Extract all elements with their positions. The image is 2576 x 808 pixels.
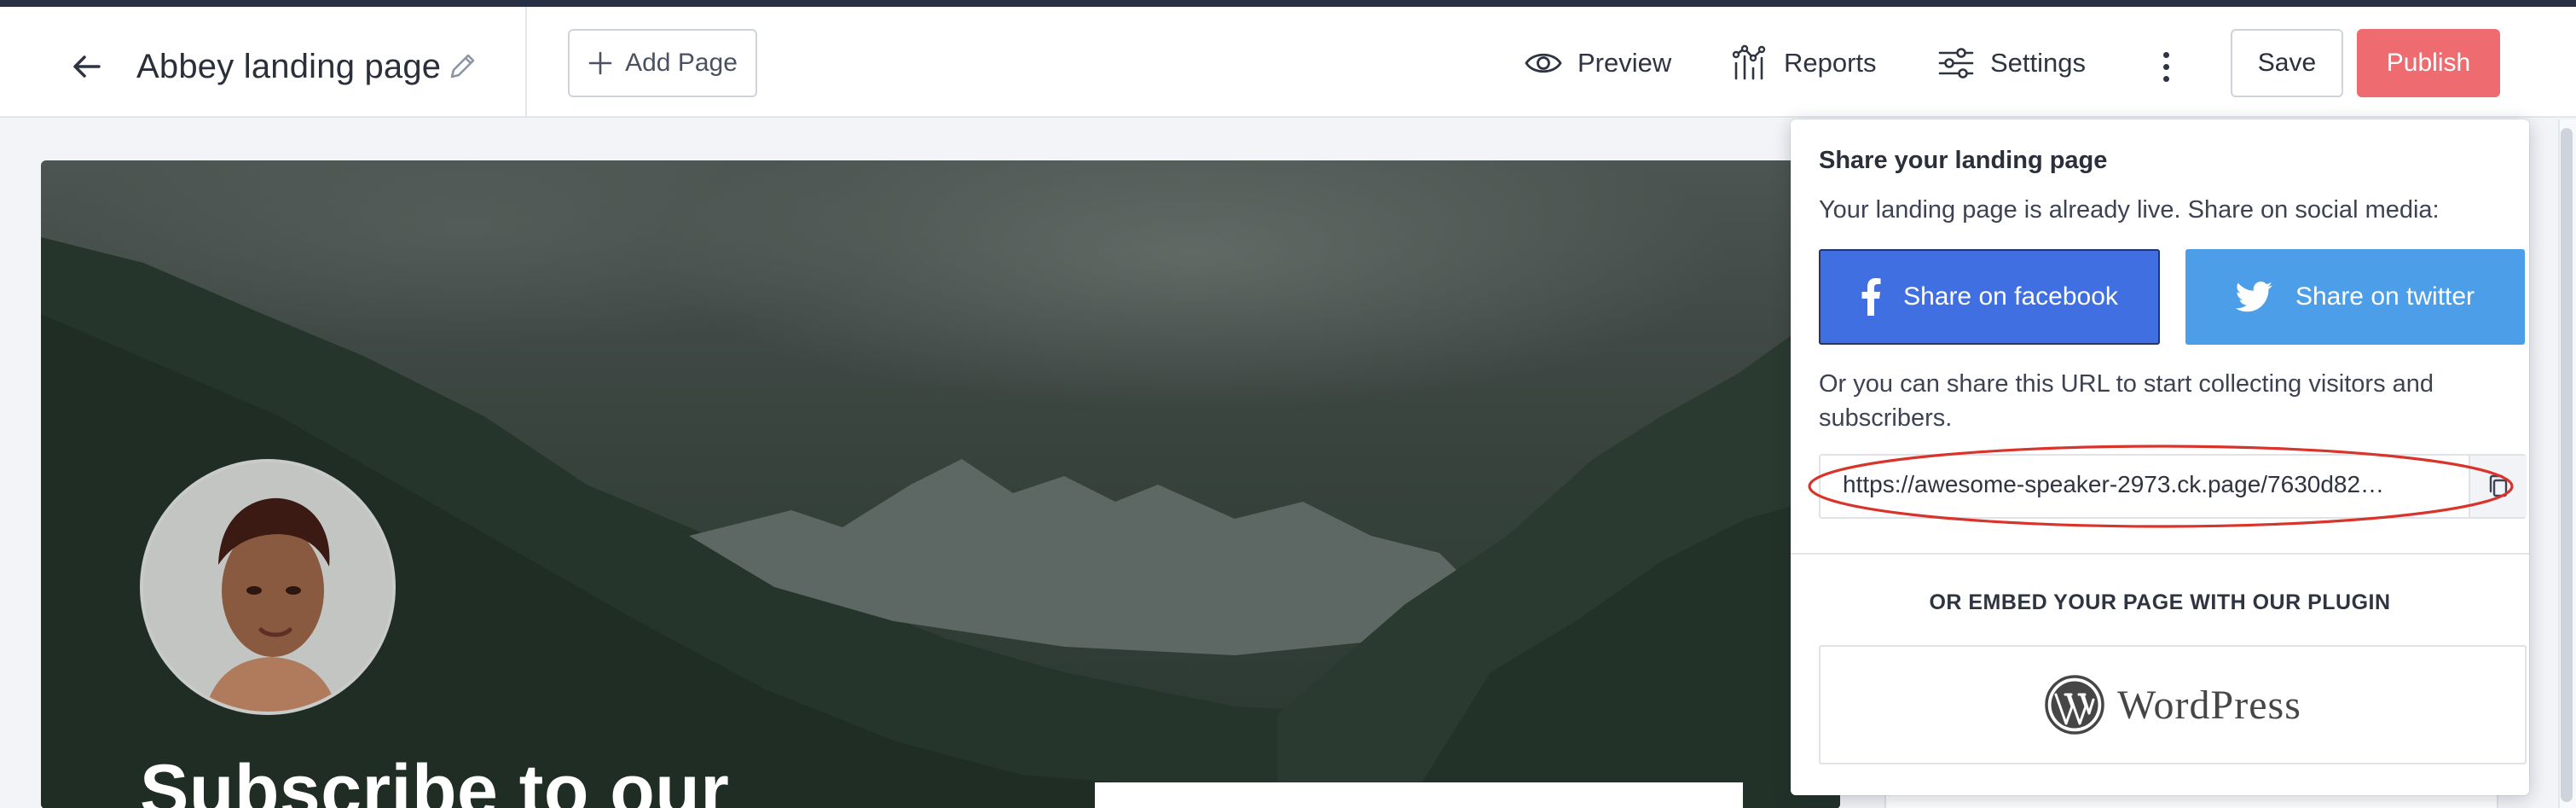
kebab-dot	[2162, 75, 2169, 82]
save-button[interactable]: Save	[2231, 29, 2343, 97]
preview-label: Preview	[1577, 48, 1672, 78]
share-popover: Share your landing page Your landing pag…	[1791, 119, 2529, 795]
copy-icon	[2489, 474, 2508, 497]
reports-button[interactable]: Reports	[1731, 38, 1877, 89]
signup-form-card[interactable]	[1095, 782, 1743, 808]
pencil-icon[interactable]	[443, 48, 481, 85]
hero-heading[interactable]: Subscribe to our	[140, 749, 729, 808]
share-url-value[interactable]: https://awesome-speaker-2973.ck.page/763…	[1843, 471, 2384, 498]
wordpress-plugin-button[interactable]: WordPress	[1819, 645, 2527, 764]
top-strip	[0, 0, 2576, 7]
scrollbar-thumb[interactable]	[2561, 128, 2573, 802]
add-page-label: Add Page	[625, 49, 738, 77]
share-url-prompt: Or you can share this URL to start colle…	[1819, 370, 2434, 432]
wordpress-wordmark: WordPress	[2117, 682, 2301, 728]
wordpress-logo-icon	[2045, 675, 2104, 735]
add-page-button[interactable]: Add Page	[568, 29, 757, 97]
publish-button[interactable]: Publish	[2357, 29, 2500, 97]
facebook-icon	[1861, 278, 1881, 316]
arrow-left-icon	[73, 55, 101, 78]
share-subtitle: Your landing page is already live. Share…	[1819, 196, 2440, 224]
back-button[interactable]	[61, 41, 113, 92]
share-twitter-button[interactable]: Share on twitter	[2185, 249, 2525, 345]
twitter-icon	[2235, 282, 2272, 312]
chart-icon	[1732, 44, 1766, 80]
preview-button[interactable]: Preview	[1525, 38, 1671, 89]
share-facebook-button[interactable]: Share on facebook	[1819, 249, 2160, 345]
copy-url-button[interactable]	[2469, 456, 2527, 517]
eye-icon	[1525, 53, 1562, 73]
settings-label: Settings	[1990, 48, 2087, 78]
plus-icon	[588, 51, 612, 75]
header-divider	[525, 7, 527, 118]
sliders-icon	[1938, 48, 1974, 78]
landing-page-hero[interactable]: Subscribe to our	[41, 160, 1840, 808]
share-title: Share your landing page	[1819, 147, 2108, 174]
editor-header: Abbey landing page Add Page Preview Repo…	[0, 7, 2576, 118]
settings-button[interactable]: Settings	[1937, 38, 2086, 89]
kebab-dot	[2162, 63, 2169, 70]
facebook-label: Share on facebook	[1903, 282, 2118, 311]
portrait-image	[143, 462, 392, 712]
author-avatar[interactable]	[140, 459, 396, 715]
reports-label: Reports	[1784, 48, 1877, 78]
page-title: Abbey landing page	[136, 48, 442, 85]
share-url-field[interactable]: https://awesome-speaker-2973.ck.page/763…	[1819, 454, 2527, 519]
kebab-icon	[2162, 51, 2169, 58]
popover-divider	[1791, 553, 2529, 555]
twitter-label: Share on twitter	[2295, 282, 2475, 311]
more-options-button[interactable]	[2149, 41, 2183, 92]
embed-heading: OR EMBED YOUR PAGE WITH OUR PLUGIN	[1929, 590, 2391, 614]
